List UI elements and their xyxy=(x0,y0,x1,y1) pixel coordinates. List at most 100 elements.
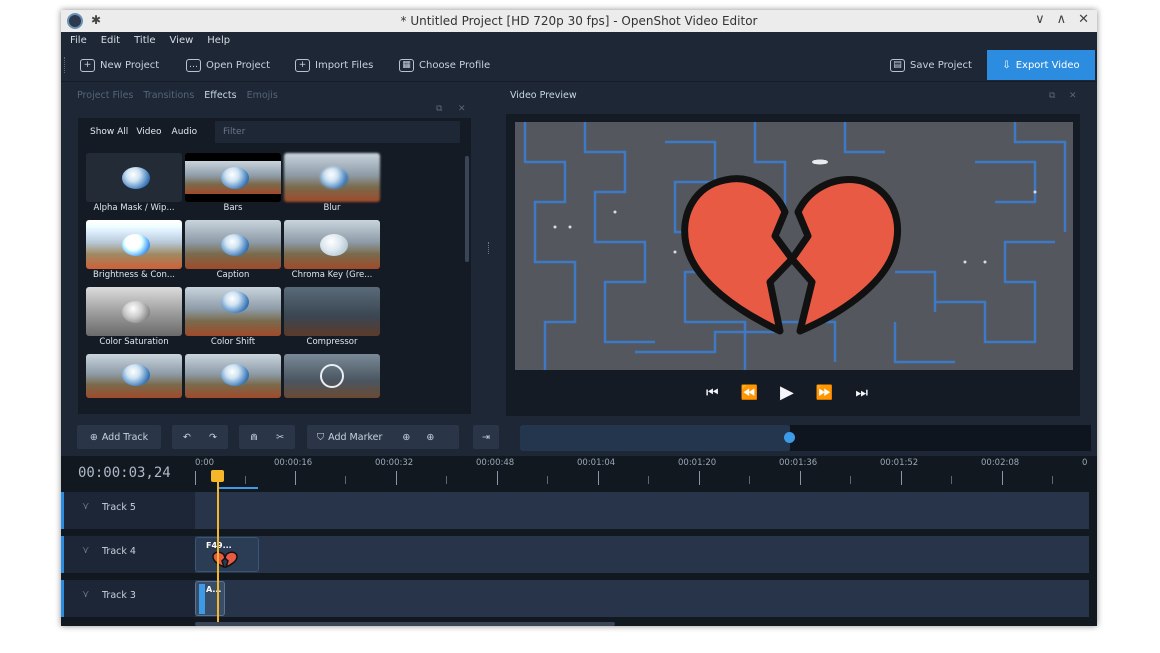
filter-input[interactable]: Filter xyxy=(215,121,460,143)
panel-tabs: Project Files Transitions Effects Emojis xyxy=(77,90,278,101)
undock-icon[interactable]: ⧉ xyxy=(436,104,442,114)
track-lane[interactable]: F49... xyxy=(195,536,1089,573)
tick-mark xyxy=(195,471,196,485)
tick-mark xyxy=(446,476,447,484)
effect-thumbnail-ball xyxy=(320,167,348,189)
tick-mark xyxy=(598,471,599,485)
effect-label: Blur xyxy=(323,203,341,213)
jump-start-icon[interactable]: ⏮ xyxy=(706,385,719,401)
effect-thumbnail xyxy=(86,220,182,269)
track-collapse-icon[interactable]: ⋎ xyxy=(82,545,89,556)
effect-item[interactable] xyxy=(185,354,281,402)
effect-color-shift[interactable]: Color Shift xyxy=(185,287,281,353)
tick-mark xyxy=(345,476,346,484)
center-playhead-button[interactable]: ⇥ xyxy=(473,425,499,449)
undo-icon[interactable]: ↶ xyxy=(183,432,191,443)
tick-mark xyxy=(951,476,952,484)
menu-title[interactable]: Title xyxy=(134,35,155,46)
center-icon: ⇥ xyxy=(482,431,490,443)
pin-icon[interactable]: ✱ xyxy=(91,13,101,27)
effect-caption[interactable]: Caption xyxy=(185,220,281,286)
razor-icon[interactable]: ✂ xyxy=(276,432,284,443)
effects-scrollbar[interactable] xyxy=(465,156,469,262)
track-header[interactable]: ⋎ Track 4 xyxy=(61,536,195,573)
tab-effects[interactable]: Effects xyxy=(204,90,236,101)
minimize-icon[interactable]: ∨ xyxy=(1035,12,1045,27)
snap-icon[interactable]: ⋒ xyxy=(250,432,258,443)
effect-item[interactable] xyxy=(86,354,182,402)
track-name: Track 3 xyxy=(102,590,136,601)
timeline-scrollbar[interactable] xyxy=(195,622,615,626)
effect-bars[interactable]: Bars xyxy=(185,153,281,219)
tab-project-files[interactable]: Project Files xyxy=(77,90,133,101)
add-track-button[interactable]: ⊕ Add Track xyxy=(77,425,161,449)
menu-edit[interactable]: Edit xyxy=(101,35,120,46)
effect-label: Chroma Key (Gre... xyxy=(291,270,373,280)
effect-alpha-mask[interactable]: Alpha Mask / Wip... xyxy=(86,153,182,219)
play-icon[interactable]: ▶ xyxy=(780,382,794,403)
effect-label: Bars xyxy=(223,203,243,213)
track-collapse-icon[interactable]: ⋎ xyxy=(82,589,89,600)
panel-close-icon[interactable]: ✕ xyxy=(458,104,466,114)
track-header[interactable]: ⋎ Track 3 xyxy=(61,580,195,617)
next-marker-icon[interactable]: ⊕ xyxy=(426,432,434,443)
tick-label: 00:01:36 xyxy=(779,458,818,468)
new-project-button[interactable]: + New Project xyxy=(80,56,159,74)
track-3: ⋎ Track 3 A... xyxy=(61,580,1091,617)
menu-bar: File Edit Title View Help xyxy=(61,32,1097,48)
save-project-button[interactable]: ▤ Save Project xyxy=(890,56,972,74)
menu-view[interactable]: View xyxy=(170,35,194,46)
track-collapse-icon[interactable]: ⋎ xyxy=(82,501,89,512)
tick-label: 0 xyxy=(1082,458,1088,468)
choose-profile-button[interactable]: ▦ Choose Profile xyxy=(399,56,490,74)
plus-icon: + xyxy=(80,58,95,72)
effect-color-saturation[interactable]: Color Saturation xyxy=(86,287,182,353)
jump-end-icon[interactable]: ⏭ xyxy=(855,385,868,401)
effect-thumbnail-ball xyxy=(221,167,249,189)
toolbar-grip[interactable] xyxy=(64,57,66,73)
timeline-clip[interactable]: F49... xyxy=(195,537,259,572)
tick-label: 00:01:04 xyxy=(577,458,616,468)
tab-transitions[interactable]: Transitions xyxy=(143,90,194,101)
undock-icon[interactable]: ⧉ xyxy=(1049,91,1055,101)
effect-brightness[interactable]: Brightness & Con... xyxy=(86,220,182,286)
zoom-handle[interactable] xyxy=(784,432,795,443)
add-marker-button[interactable]: Add Marker xyxy=(328,432,382,443)
rewind-icon[interactable]: ⏪ xyxy=(741,385,758,401)
timeline-zoom-slider[interactable] xyxy=(520,425,1091,451)
track-lane[interactable]: A... xyxy=(195,580,1089,617)
export-video-button[interactable]: ⇩ Export Video xyxy=(987,50,1095,80)
tick-mark xyxy=(699,471,700,485)
video-frame xyxy=(515,122,1073,370)
previous-marker-icon[interactable]: ⊕ xyxy=(402,432,410,443)
panel-splitter[interactable] xyxy=(488,242,490,254)
playhead-line[interactable] xyxy=(217,470,219,622)
tab-emojis[interactable]: Emojis xyxy=(247,90,278,101)
open-project-button[interactable]: … Open Project xyxy=(186,56,270,74)
current-timecode: 00:00:03,24 xyxy=(78,465,171,481)
tick-mark xyxy=(1002,471,1003,485)
effect-blur[interactable]: Blur xyxy=(284,153,380,219)
import-files-button[interactable]: + Import Files xyxy=(295,56,373,74)
filter-show-all[interactable]: Show All xyxy=(90,127,128,137)
timeline-clip[interactable]: A... xyxy=(195,581,225,616)
app-window: ✱ * Untitled Project [HD 720p 30 fps] - … xyxy=(61,10,1097,626)
filter-video[interactable]: Video xyxy=(136,127,161,137)
effect-thumbnail-circle xyxy=(320,364,344,388)
save-icon: ▤ xyxy=(890,58,905,72)
menu-file[interactable]: File xyxy=(70,35,87,46)
tick-mark xyxy=(396,471,397,485)
maximize-icon[interactable]: ∧ xyxy=(1057,12,1067,27)
filter-audio[interactable]: Audio xyxy=(172,127,198,137)
effect-chroma-key[interactable]: Chroma Key (Gre... xyxy=(284,220,380,286)
menu-help[interactable]: Help xyxy=(207,35,230,46)
effect-thumbnail xyxy=(86,153,182,202)
fast-forward-icon[interactable]: ⏩ xyxy=(816,385,833,401)
track-header[interactable]: ⋎ Track 5 xyxy=(61,492,195,529)
effect-item[interactable] xyxy=(284,354,380,402)
panel-close-icon[interactable]: ✕ xyxy=(1069,91,1077,101)
track-lane[interactable] xyxy=(195,492,1089,529)
effect-compressor[interactable]: Compressor xyxy=(284,287,380,353)
close-icon[interactable]: ✕ xyxy=(1078,12,1089,27)
redo-icon[interactable]: ↷ xyxy=(209,432,217,443)
